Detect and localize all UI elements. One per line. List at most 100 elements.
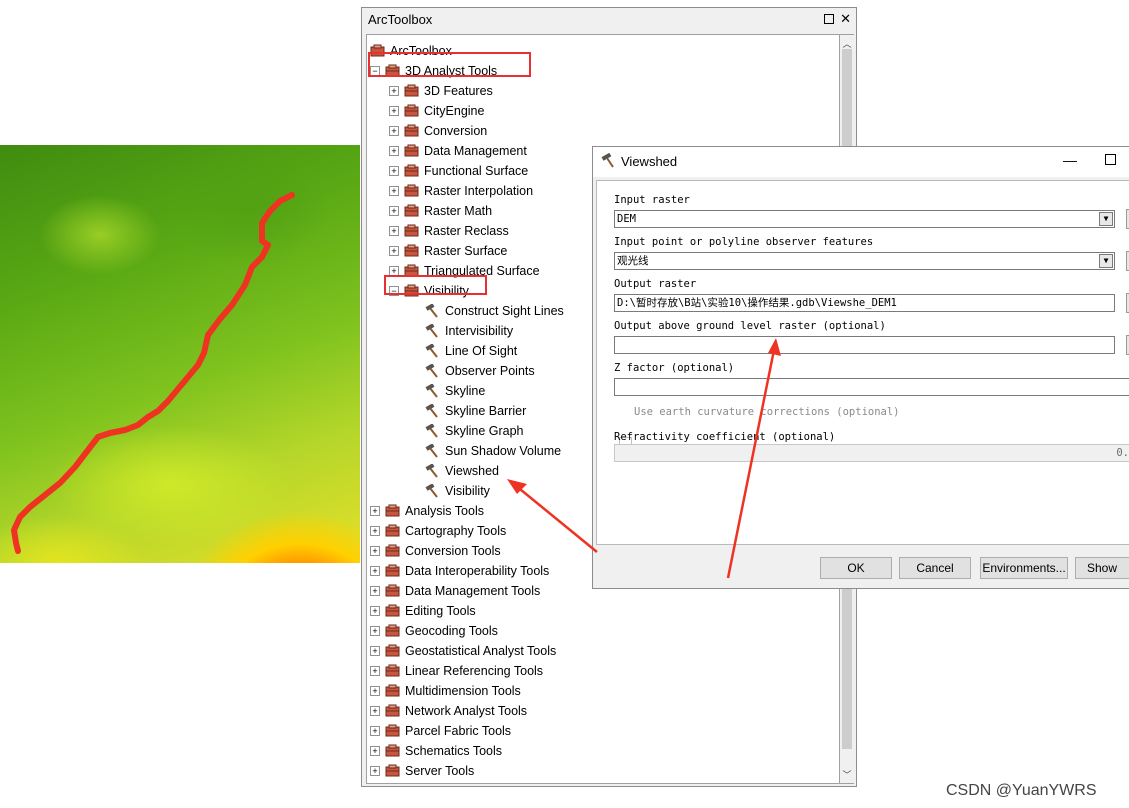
hammer-icon	[425, 424, 438, 438]
toolbox-icon	[385, 644, 400, 657]
toolbox-icon	[385, 744, 400, 757]
tree-item-label: Sun Shadow Volume	[445, 444, 562, 458]
hammer-icon	[425, 404, 438, 418]
hammer-icon	[425, 464, 438, 478]
observer-label: Input point or polyline observer feature…	[614, 236, 874, 248]
expand-toggle-icon[interactable]: +	[370, 506, 380, 516]
expand-toggle-icon[interactable]: +	[370, 566, 380, 576]
tree-item-label: Geocoding Tools	[405, 624, 498, 638]
tree-item-label: Spatial Analyst Tools	[405, 781, 519, 783]
expand-toggle-icon[interactable]: +	[370, 646, 380, 656]
toolbox-icon	[404, 204, 419, 217]
expand-toggle-icon[interactable]: +	[370, 666, 380, 676]
output-raster-field[interactable]: D:\暂时存放\B站\实验10\操作结果.gdb\Viewshe_DEM1	[614, 294, 1115, 312]
expand-toggle-icon[interactable]: +	[370, 606, 380, 616]
toolbox-icon	[404, 244, 419, 257]
cancel-button[interactable]: Cancel	[899, 557, 971, 579]
expand-toggle-icon[interactable]: +	[389, 186, 399, 196]
toolbox-icon	[404, 84, 419, 97]
tree-item-label: Network Analyst Tools	[405, 704, 528, 718]
expand-toggle-icon[interactable]: +	[389, 106, 399, 116]
z-factor-field[interactable]	[614, 378, 1129, 396]
expand-toggle-icon[interactable]: +	[370, 686, 380, 696]
environments-button[interactable]: Environments...	[980, 557, 1068, 579]
tree-item-label: Raster Math	[424, 204, 493, 218]
dialog-params: Input raster DEM ▼ Input point or polyli…	[596, 180, 1129, 545]
agl-label: Output above ground level raster (option…	[614, 320, 886, 332]
hammer-icon	[601, 153, 614, 168]
maximize-icon[interactable]	[1105, 154, 1116, 165]
highlight-visibility	[384, 275, 487, 295]
hammer-icon	[425, 324, 438, 338]
toolbox-icon	[404, 104, 419, 117]
tree-item-label: Raster Interpolation	[424, 184, 534, 198]
toolbox-icon	[385, 504, 400, 517]
toolbox-icon	[385, 564, 400, 577]
tree-item-label: Conversion Tools	[405, 544, 501, 558]
toolbox-icon	[385, 524, 400, 537]
ok-button[interactable]: OK	[820, 557, 892, 579]
hammer-icon	[425, 304, 438, 318]
expand-toggle-icon[interactable]: +	[389, 226, 399, 236]
observer-value: 观光线	[617, 255, 649, 267]
dialog-title: Viewshed	[621, 154, 678, 169]
input-raster-combo[interactable]: DEM ▼	[614, 210, 1115, 228]
z-factor-label: Z factor (optional)	[614, 362, 735, 374]
refractivity-label: Refractivity coefficient (optional)	[614, 431, 836, 443]
tree-item-label: Data Management	[424, 144, 527, 158]
observer-combo[interactable]: 观光线 ▼	[614, 252, 1115, 270]
input-raster-label: Input raster	[614, 194, 690, 206]
chevron-down-icon[interactable]: ▼	[1099, 212, 1113, 226]
toolbox-icon	[404, 224, 419, 237]
toolbox-icon	[404, 164, 419, 177]
show-help-button[interactable]: Show He	[1075, 557, 1129, 579]
tree-item-label: Intervisibility	[445, 324, 514, 338]
dem-map	[0, 145, 360, 563]
toolbox-icon	[385, 684, 400, 697]
chevron-down-icon[interactable]: ▼	[1099, 254, 1113, 268]
expand-toggle-icon[interactable]: +	[370, 626, 380, 636]
tree-item-label: Raster Reclass	[424, 224, 509, 238]
tree-item-label: Editing Tools	[405, 604, 476, 618]
expand-toggle-icon[interactable]: +	[370, 546, 380, 556]
expand-toggle-icon[interactable]: +	[389, 206, 399, 216]
toolbox-icon	[404, 124, 419, 137]
expand-toggle-icon[interactable]: +	[389, 86, 399, 96]
output-raster-value: D:\暂时存放\B站\实验10\操作结果.gdb\Viewshe_DEM1	[617, 297, 897, 309]
expand-toggle-icon[interactable]: +	[370, 526, 380, 536]
tree-item-label: Server Tools	[405, 764, 475, 778]
scroll-down-icon[interactable]: ﹀	[840, 768, 854, 781]
restore-icon[interactable]	[824, 14, 835, 24]
expand-toggle-icon[interactable]: +	[389, 146, 399, 156]
expand-toggle-icon[interactable]: +	[389, 166, 399, 176]
expand-toggle-icon[interactable]: +	[370, 746, 380, 756]
minimize-icon[interactable]: —	[1063, 152, 1077, 168]
toolbox-icon	[385, 704, 400, 717]
hammer-icon	[425, 484, 438, 498]
expand-toggle-icon[interactable]: +	[370, 726, 380, 736]
tree-item-label: Skyline	[445, 384, 486, 398]
agl-field[interactable]	[614, 336, 1115, 354]
tree-item-label: Multidimension Tools	[405, 684, 521, 698]
expand-toggle-icon[interactable]: +	[389, 126, 399, 136]
toolbox-icon	[404, 184, 419, 197]
tree-item-label: 3D Features	[424, 84, 493, 98]
expand-toggle-icon[interactable]: +	[370, 706, 380, 716]
tree-item-label: Construct Sight Lines	[445, 304, 564, 318]
tree-item-label: Skyline Graph	[445, 424, 524, 438]
tree-item-label: Observer Points	[445, 364, 535, 378]
toolbox-icon	[385, 724, 400, 737]
expand-toggle-icon[interactable]: +	[370, 766, 380, 776]
tree-item-label: Linear Referencing Tools	[405, 664, 544, 678]
refractivity-field: 0.	[614, 444, 1129, 462]
observer-polyline	[11, 192, 295, 554]
viewshed-dialog: Viewshed — Input raster DEM ▼ Input poin…	[592, 146, 1129, 589]
toolbox-icon	[385, 604, 400, 617]
expand-toggle-icon[interactable]: +	[389, 246, 399, 256]
close-icon[interactable]: ✕	[840, 11, 851, 27]
tree-item-label: CityEngine	[424, 104, 485, 118]
toolbox-icon	[385, 664, 400, 677]
hammer-icon	[425, 364, 438, 378]
watermark: CSDN @YuanYWRS	[946, 782, 1097, 799]
expand-toggle-icon[interactable]: +	[370, 586, 380, 596]
